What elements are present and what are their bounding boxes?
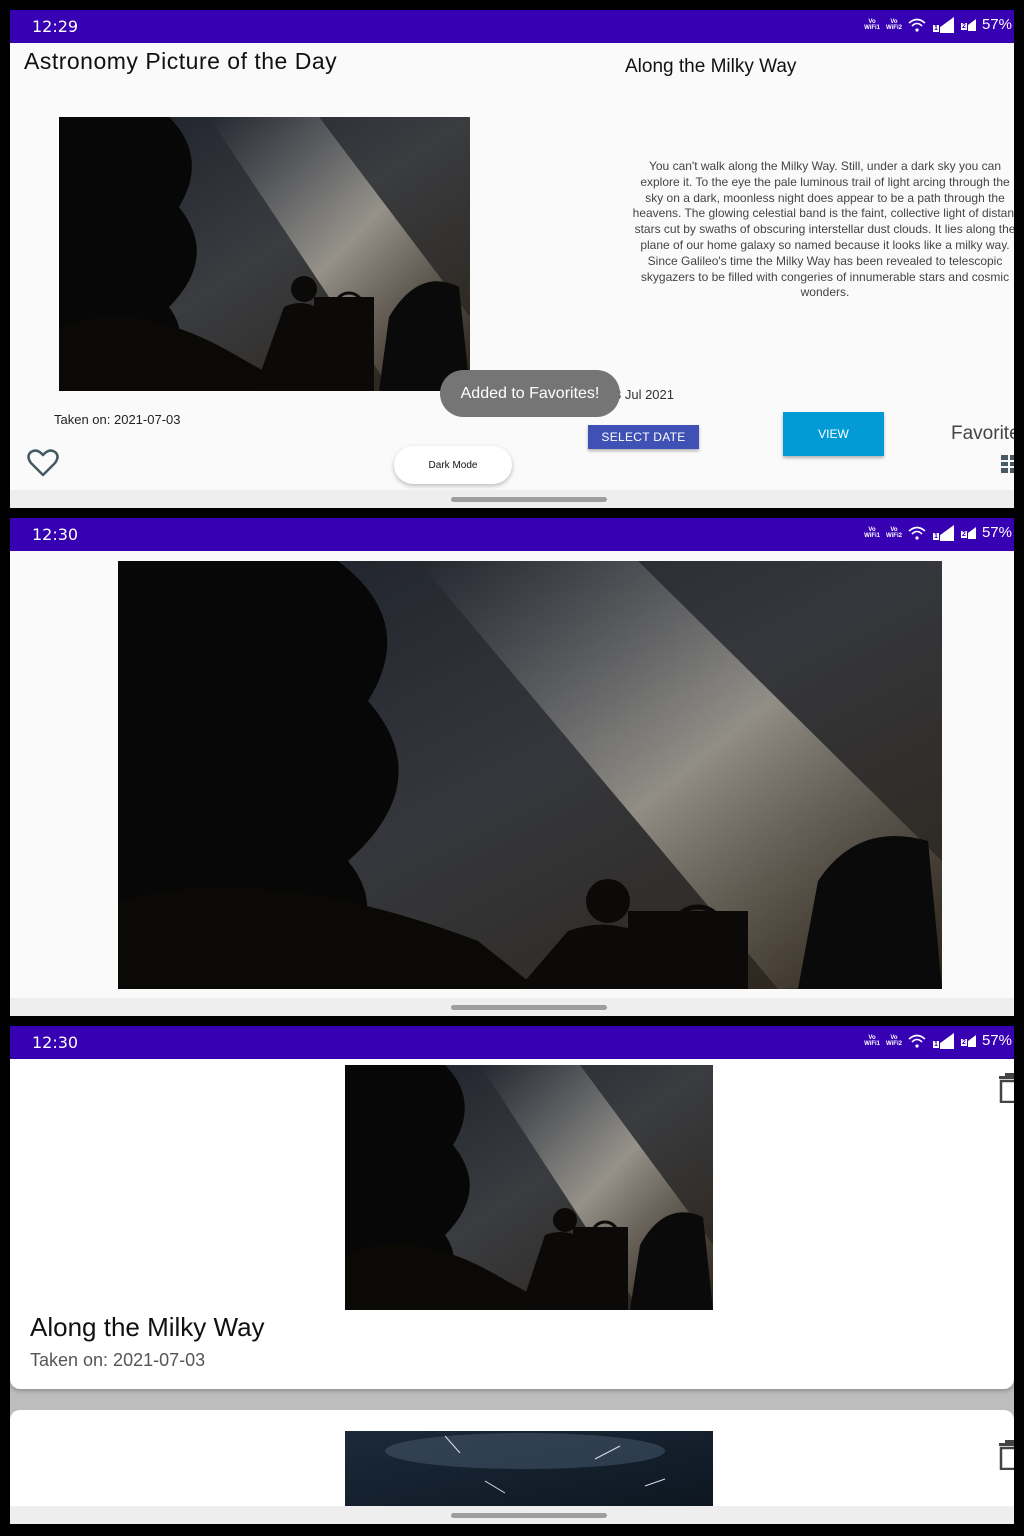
signal-sim1-icon: 1 bbox=[931, 1032, 954, 1049]
status-bar: 12:30 Vo WiFi1 Vo WiFi2 1 2 57% bbox=[10, 518, 1014, 551]
vowifi1-icon: Vo WiFi1 bbox=[864, 1034, 881, 1047]
signal-sim1-icon: 1 bbox=[931, 16, 954, 33]
signal-sim1-icon: 1 bbox=[931, 524, 954, 541]
wifi-icon bbox=[908, 1034, 926, 1048]
home-gesture-handle[interactable] bbox=[451, 1513, 607, 1518]
wifi-icon bbox=[908, 18, 926, 32]
dark-mode-button[interactable]: Dark Mode bbox=[394, 446, 512, 484]
favorite-card[interactable]: Along the Milky Way Taken on: 2021-07-03 bbox=[10, 1059, 1014, 1389]
vowifi2-icon: Vo WiFi2 bbox=[886, 18, 902, 31]
favorite-taken-on: Taken on: 2021-07-03 bbox=[30, 1350, 206, 1370]
vowifi1-icon: Vo WiFi1 bbox=[864, 526, 881, 539]
status-bar: 12:30 Vo WiFi1 Vo WiFi2 1 2 57% bbox=[10, 1026, 1014, 1059]
status-time: 12:29 bbox=[32, 17, 79, 36]
home-gesture-handle[interactable] bbox=[451, 497, 607, 502]
apod-image[interactable] bbox=[59, 117, 470, 391]
favorites-label[interactable]: Favorites bbox=[951, 423, 1014, 445]
view-button[interactable]: VIEW bbox=[783, 412, 884, 456]
battery-level: 57% bbox=[981, 1032, 1012, 1049]
trash-icon[interactable] bbox=[998, 1440, 1014, 1470]
signal-sim2-icon: 2 bbox=[959, 1034, 976, 1047]
toast-message: Added to Favorites! bbox=[440, 370, 620, 417]
heart-outline-icon[interactable] bbox=[26, 447, 60, 479]
favorite-image[interactable] bbox=[345, 1431, 713, 1508]
vowifi2-icon: Vo WiFi2 bbox=[886, 1034, 902, 1047]
status-time: 12:30 bbox=[32, 1033, 79, 1052]
battery-level: 57% bbox=[981, 524, 1012, 541]
signal-sim2-icon: 2 bbox=[959, 526, 976, 539]
select-date-button[interactable]: SELECT DATE bbox=[588, 425, 699, 449]
favorite-image[interactable] bbox=[345, 1065, 713, 1310]
date-label: 3 Jul 2021 bbox=[614, 387, 674, 402]
picture-title: Along the Milky Way bbox=[625, 56, 797, 77]
home-gesture-handle[interactable] bbox=[451, 1005, 607, 1010]
fullscreen-image[interactable] bbox=[118, 561, 942, 989]
fullscreen-image-screen: 12:30 Vo WiFi1 Vo WiFi2 1 2 57% bbox=[10, 518, 1014, 1016]
trash-icon[interactable] bbox=[998, 1073, 1014, 1103]
vowifi1-icon: Vo WiFi1 bbox=[864, 18, 881, 31]
taken-on-label: Taken on: 2021-07-03 bbox=[54, 412, 181, 427]
status-bar: 12:29 Vo WiFi1 Vo WiFi2 1 2 57% bbox=[10, 10, 1014, 43]
favorite-title: Along the Milky Way bbox=[30, 1312, 265, 1342]
app-title: Astronomy Picture of the Day bbox=[24, 48, 338, 74]
grid-icon[interactable] bbox=[1001, 455, 1014, 473]
picture-explanation: You can't walk along the Milky Way. Stil… bbox=[632, 159, 1014, 300]
battery-level: 57% bbox=[981, 16, 1012, 33]
status-time: 12:30 bbox=[32, 525, 79, 544]
apod-main-screen: 12:29 Vo WiFi1 Vo WiFi2 1 2 57% Astronomy … bbox=[10, 10, 1014, 508]
signal-sim2-icon: 2 bbox=[959, 18, 976, 31]
vowifi2-icon: Vo WiFi2 bbox=[886, 526, 902, 539]
favorites-screen: 12:30 Vo WiFi1 Vo WiFi2 1 2 57% Along th… bbox=[10, 1026, 1014, 1524]
wifi-icon bbox=[908, 526, 926, 540]
